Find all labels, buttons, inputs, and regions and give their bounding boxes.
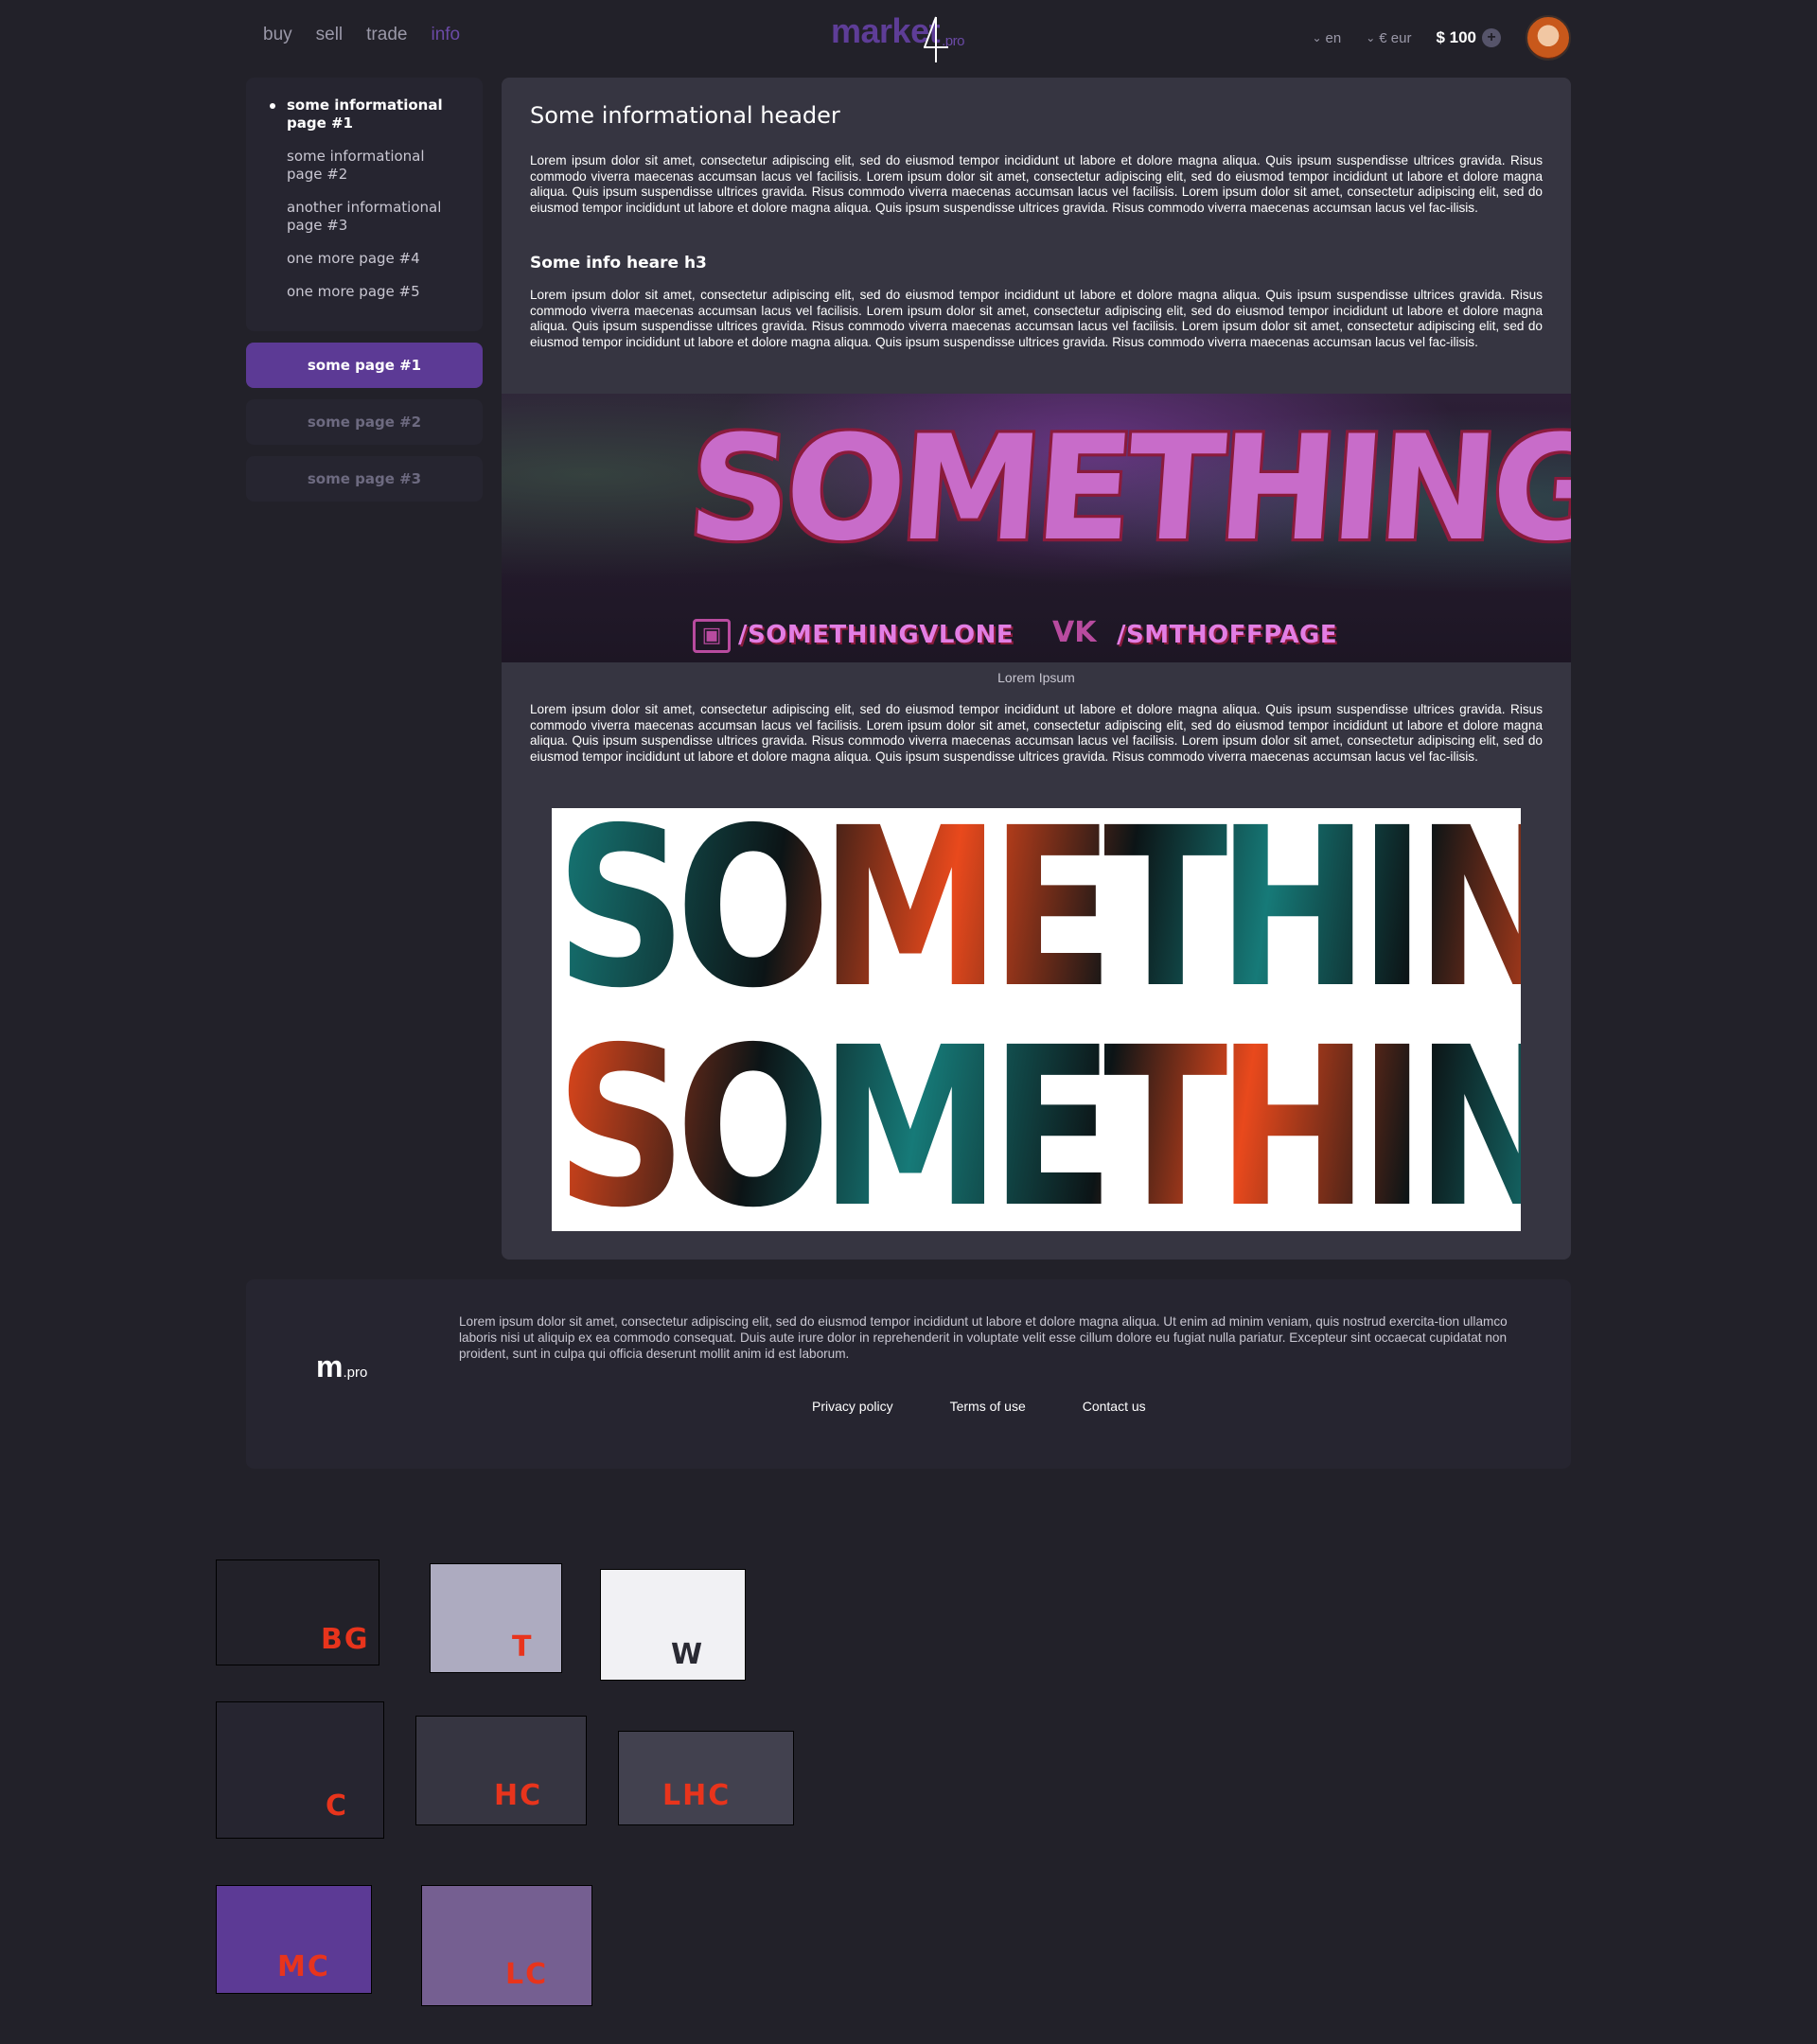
currency-value: € eur: [1379, 29, 1412, 46]
balance: $ 100 +: [1436, 28, 1501, 47]
info-pages-menu: some informational page #1 some informat…: [246, 78, 483, 331]
nav-info[interactable]: info: [431, 25, 460, 45]
swatch-label: C: [326, 1789, 349, 1823]
user-avatar[interactable]: [1526, 15, 1571, 61]
page-title: Some informational header: [530, 102, 840, 129]
swatch-hc: HC: [415, 1716, 587, 1825]
banner-vk-handle: /SMTHOFFPAGE: [1117, 621, 1338, 649]
swatch-label: T: [512, 1630, 534, 1664]
swatch-label: MC: [277, 1950, 330, 1983]
swatch-lhc: LHC: [618, 1731, 794, 1825]
header-controls: ⌄ en ⌄ € eur $ 100 +: [1312, 15, 1571, 61]
some-page-2-button[interactable]: some page #2: [246, 399, 483, 445]
site-logo[interactable]: market .pro: [831, 11, 964, 62]
sidebar-item-page-3[interactable]: another informational page #3: [287, 199, 448, 235]
footer-logo-text: m: [316, 1349, 344, 1383]
contact-us-link[interactable]: Contact us: [1083, 1399, 1146, 1414]
sidebar-item-page-4[interactable]: one more page #4: [287, 250, 448, 268]
image-caption: Lorem Ipsum: [997, 670, 1075, 685]
swatch-w: W: [600, 1569, 746, 1681]
image-text-line-2: SOMETHING: [556, 1018, 1521, 1231]
swatch-label: BG: [321, 1623, 370, 1656]
banner-image: SOMETHING ▣ /SOMETHINGVLONE VK /SMTHOFFP…: [502, 394, 1571, 662]
site-footer: m.pro Lorem ipsum dolor sit amet, consec…: [246, 1279, 1571, 1469]
sidebar-item-page-1[interactable]: some informational page #1: [270, 97, 448, 132]
twitch-icon: ▣: [693, 619, 731, 653]
some-page-3-button[interactable]: some page #3: [246, 456, 483, 502]
nav-buy[interactable]: buy: [263, 25, 292, 45]
vk-icon: VK: [1052, 616, 1097, 649]
paragraph-2: Lorem ipsum dolor sit amet, consectetur …: [530, 288, 1543, 350]
swatch-t: T: [430, 1563, 562, 1673]
content-panel: Some informational header Lorem ipsum do…: [502, 78, 1571, 1260]
swatch-mc: MC: [216, 1885, 372, 1994]
footer-links: Privacy policy Terms of use Contact us: [812, 1399, 1146, 1414]
swatch-label: LHC: [662, 1779, 732, 1812]
balance-value: $ 100: [1436, 28, 1476, 46]
footer-logo-suffix: .pro: [343, 1365, 368, 1381]
currency-dropdown[interactable]: ⌄ € eur: [1366, 30, 1411, 46]
swatch-lc: LC: [421, 1885, 592, 2006]
image-text-line-1: SOMETHING: [556, 808, 1521, 1018]
banner-twitch-handle: /SOMETHINGVLONE: [738, 621, 1014, 649]
add-funds-icon[interactable]: +: [1482, 28, 1501, 47]
sidebar-item-page-5[interactable]: one more page #5: [287, 283, 448, 301]
section-heading: Some info heare h3: [530, 254, 707, 273]
paragraph-1: Lorem ipsum dolor sit amet, consectetur …: [530, 153, 1543, 216]
swatch-label: LC: [505, 1958, 549, 1991]
top-nav: buy sell trade info: [263, 25, 460, 45]
footer-text: Lorem ipsum dolor sit amet, consectetur …: [459, 1314, 1508, 1361]
logo-mark-icon: [924, 16, 948, 62]
terms-of-use-link[interactable]: Terms of use: [950, 1399, 1026, 1414]
footer-logo[interactable]: m.pro: [316, 1349, 367, 1384]
privacy-policy-link[interactable]: Privacy policy: [812, 1399, 893, 1414]
nav-sell[interactable]: sell: [316, 25, 344, 45]
sidebar-item-page-2[interactable]: some informational page #2: [287, 148, 448, 184]
banner-title: SOMETHING: [682, 405, 1571, 573]
something-image: SOMETHING SOMETHING: [552, 808, 1521, 1231]
swatch-c: C: [216, 1701, 384, 1839]
swatch-bg: BG: [216, 1559, 379, 1665]
language-dropdown[interactable]: ⌄ en: [1312, 30, 1341, 46]
language-value: en: [1325, 29, 1342, 46]
paragraph-3: Lorem ipsum dolor sit amet, consectetur …: [530, 702, 1543, 765]
nav-trade[interactable]: trade: [366, 25, 407, 45]
swatch-label: W: [671, 1638, 705, 1671]
chevron-down-icon: ⌄: [1312, 31, 1322, 44]
some-page-1-button[interactable]: some page #1: [246, 343, 483, 388]
chevron-down-icon: ⌄: [1366, 31, 1376, 44]
swatch-label: HC: [494, 1779, 543, 1812]
